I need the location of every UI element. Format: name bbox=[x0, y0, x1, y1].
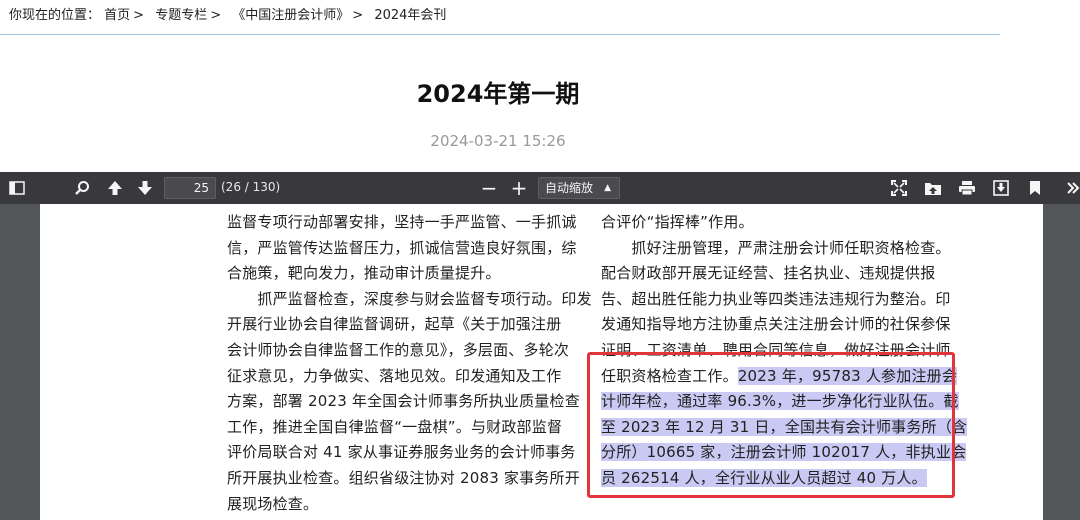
zoom-select[interactable]: 自动缩放 ▲ bbox=[538, 177, 620, 199]
text-line: 配合财政部开展无证经营、挂名执业、违规提供报 bbox=[601, 264, 936, 283]
page-number-input[interactable]: 25 bbox=[164, 177, 216, 199]
publish-date: 2024-03-21 15:26 bbox=[430, 132, 566, 150]
breadcrumb-home-link[interactable]: 首页 bbox=[104, 8, 130, 23]
text-line: 抓好注册管理，严肃注册会计师任职资格检查。 bbox=[601, 238, 951, 257]
text-line: 展现场检查。 bbox=[227, 494, 319, 513]
previous-page-icon[interactable] bbox=[104, 177, 126, 199]
pdf-page: 监督专项行动部署安排，坚持一手严监管、一手抓诚 信，严监管传达监督压力，抓诚信营… bbox=[40, 204, 1043, 520]
text-line: 所开展执业检查。组织省级注协对 2083 家事务所开 bbox=[227, 468, 580, 487]
text-line: 征求意见，力争做实、落地见效。印发通知及工作 bbox=[227, 366, 562, 385]
text-line: 发通知指导地方注协重点关注注册会计师的社保参保 bbox=[601, 315, 951, 334]
pdf-viewer[interactable]: 监督专项行动部署安排，坚持一手严监管、一手抓诚 信，严监管传达监督压力，抓诚信营… bbox=[0, 204, 1080, 520]
search-icon[interactable] bbox=[71, 177, 93, 199]
text-line: 监督专项行动部署安排，坚持一手严监管、一手抓诚 bbox=[227, 213, 577, 231]
text-line: 告、超出胜任能力执业等四类违法违规行为整治。印 bbox=[601, 289, 951, 308]
text-line: 开展行业协会自律监督调研，起草《关于加强注册 bbox=[227, 315, 562, 334]
page-count: (26 / 130) bbox=[221, 180, 281, 194]
breadcrumb-annual-link[interactable]: 2024年会刊 bbox=[374, 8, 446, 23]
text-line: 合施策，靶向发力，推动审计质量提升。 bbox=[227, 264, 501, 283]
breadcrumb-separator: > bbox=[133, 8, 145, 23]
breadcrumb-journal-link[interactable]: 《中国注册会计师》 bbox=[232, 8, 349, 23]
text-line: 抓严监督检查，深度参与财会监督专项行动。印发 bbox=[227, 289, 592, 308]
pdf-toolbar: 25 (26 / 130) − + 自动缩放 ▲ bbox=[0, 172, 1080, 204]
left-column: 监督专项行动部署安排，坚持一手严监管、一手抓诚 信，严监管传达监督压力，抓诚信营… bbox=[227, 210, 592, 517]
sidebar-toggle-icon[interactable] bbox=[6, 177, 28, 199]
breadcrumb-separator: > bbox=[210, 8, 222, 23]
bookmark-icon[interactable] bbox=[1024, 177, 1046, 199]
zoom-out-icon[interactable]: − bbox=[478, 177, 500, 199]
text-line: 会计师协会自律监督工作的意见》，多层面、多轮次 bbox=[227, 340, 570, 359]
zoom-in-icon[interactable]: + bbox=[508, 177, 530, 199]
text-line: 工作，推进全国自律监督“一盘棋”。与财政部监督 bbox=[227, 417, 563, 436]
breadcrumb-separator: > bbox=[352, 8, 364, 23]
text-line: 评价局联合对 41 家从事证券服务业务的会计师事务 bbox=[227, 443, 576, 462]
annotation-highlight-box bbox=[587, 352, 955, 498]
page-title: 2024年第一期 bbox=[416, 80, 580, 108]
presentation-mode-icon[interactable] bbox=[888, 177, 910, 199]
text-line: 方案，部署 2023 年全国会计师事务所执业质量检查 bbox=[227, 392, 580, 411]
breadcrumb: 你现在的位置： 首页 > 专题专栏 > 《中国注册会计师》 > 2024年会刊 bbox=[9, 4, 446, 23]
breadcrumb-prefix: 你现在的位置： bbox=[9, 8, 101, 23]
text-line: 信，严监管传达监督压力，抓诚信营造良好氛围，综 bbox=[227, 238, 577, 257]
breadcrumb-bar: 你现在的位置： 首页 > 专题专栏 > 《中国注册会计师》 > 2024年会刊 bbox=[0, 0, 1000, 35]
breadcrumb-topics-link[interactable]: 专题专栏 bbox=[155, 8, 207, 23]
chevron-down-icon: ▲ bbox=[604, 183, 611, 193]
tools-icon[interactable] bbox=[1062, 177, 1080, 199]
download-icon[interactable] bbox=[990, 177, 1012, 199]
next-page-icon[interactable] bbox=[134, 177, 156, 199]
text-line: 合评价“指挥棒”作用。 bbox=[601, 213, 754, 231]
zoom-select-value: 自动缩放 bbox=[545, 181, 594, 195]
print-icon[interactable] bbox=[956, 177, 978, 199]
open-file-icon[interactable] bbox=[922, 177, 944, 199]
